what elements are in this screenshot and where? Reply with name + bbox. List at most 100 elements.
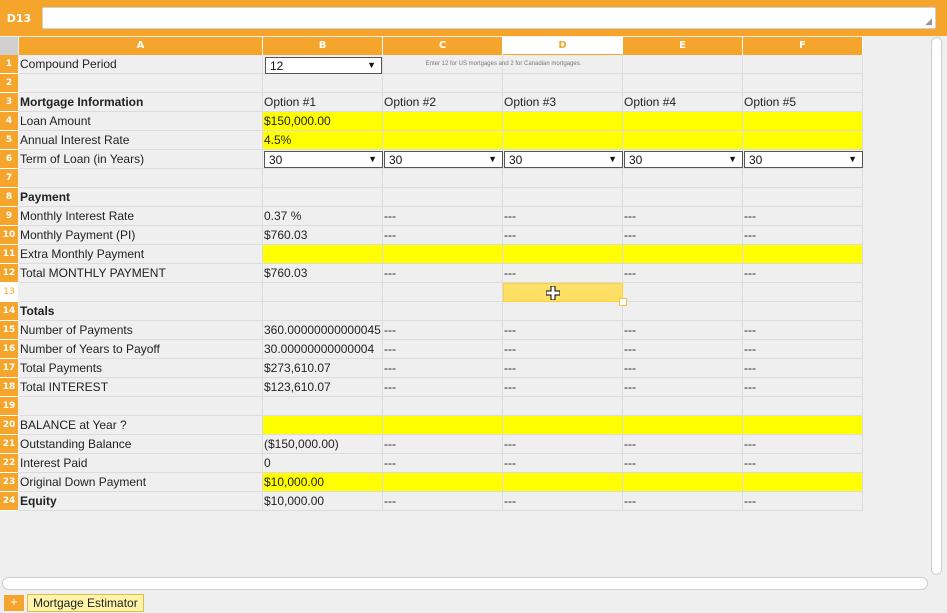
cell-d2[interactable] [503,74,623,93]
term-select-option-2[interactable]: 30 ▼ [384,151,503,168]
cell-e7[interactable] [623,169,743,188]
cell-e5[interactable] [623,131,743,150]
cell-e8[interactable] [623,188,743,207]
cell-f12[interactable]: --- [743,264,863,283]
cell-d21[interactable]: --- [503,435,623,454]
cell-a12[interactable]: Total MONTHLY PAYMENT [19,264,263,283]
cell-f14[interactable] [743,302,863,321]
cell-e16[interactable]: --- [623,340,743,359]
cell-e15[interactable]: --- [623,321,743,340]
cell-c23[interactable] [383,473,503,492]
row-header-6[interactable]: 6 [0,150,18,169]
cell-d20[interactable] [503,416,623,435]
column-header-a[interactable]: A [19,37,263,55]
cell-c9[interactable]: --- [383,207,503,226]
cell-f18[interactable]: --- [743,378,863,397]
cell-a16[interactable]: Number of Years to Payoff [19,340,263,359]
cell-f13[interactable] [743,283,863,302]
cell-e22[interactable]: --- [623,454,743,473]
cell-c14[interactable] [383,302,503,321]
cell-e13[interactable] [623,283,743,302]
cell-f17[interactable]: --- [743,359,863,378]
cell-c17[interactable]: --- [383,359,503,378]
cell-c8[interactable] [383,188,503,207]
cell-f10[interactable]: --- [743,226,863,245]
resize-grip-icon[interactable]: ◢ [925,18,932,27]
cell-a6[interactable]: Term of Loan (in Years) [19,150,263,169]
row-header-3[interactable]: 3 [0,93,18,112]
row-header-12[interactable]: 12 [0,264,18,283]
cell-c22[interactable]: --- [383,454,503,473]
cell-a23[interactable]: Original Down Payment [19,473,263,492]
cell-a20[interactable]: BALANCE at Year ? [19,416,263,435]
cell-d16[interactable]: --- [503,340,623,359]
cell-c11[interactable] [383,245,503,264]
row-header-15[interactable]: 15 [0,321,18,340]
cell-e18[interactable]: --- [623,378,743,397]
column-header-d[interactable]: D [503,37,623,55]
cell-b7[interactable] [263,169,383,188]
cell-e4[interactable] [623,112,743,131]
cell-b20[interactable] [263,416,383,435]
cell-e9[interactable]: --- [623,207,743,226]
add-sheet-button[interactable]: + [4,595,24,611]
cell-d4[interactable] [503,112,623,131]
cell-d11[interactable] [503,245,623,264]
cell-reference-box[interactable]: D13 [0,6,38,32]
cell-d8[interactable] [503,188,623,207]
cell-a11[interactable]: Extra Monthly Payment [19,245,263,264]
cell-a10[interactable]: Monthly Payment (PI) [19,226,263,245]
cell-a21[interactable]: Outstanding Balance [19,435,263,454]
cell-d22[interactable]: --- [503,454,623,473]
vertical-scrollbar[interactable] [931,37,942,575]
cell-e19[interactable] [623,397,743,416]
cell-f24[interactable]: --- [743,492,863,511]
cell-b11[interactable] [263,245,383,264]
row-header-11[interactable]: 11 [0,245,18,264]
column-header-c[interactable]: C [383,37,503,55]
sheet-tab-mortgage-estimator[interactable]: Mortgage Estimator [27,594,144,612]
compound-period-select[interactable]: 12 ▼ [265,57,382,74]
cell-c21[interactable]: --- [383,435,503,454]
cell-c4[interactable] [383,112,503,131]
cell-d13[interactable] [503,283,623,302]
cell-b2[interactable] [263,74,383,93]
cell-b18[interactable]: $123,610.07 [263,378,383,397]
cell-c24[interactable]: --- [383,492,503,511]
cell-b23[interactable]: $10,000.00 [263,473,383,492]
cell-e17[interactable]: --- [623,359,743,378]
cell-d5[interactable] [503,131,623,150]
cell-e20[interactable] [623,416,743,435]
cell-e2[interactable] [623,74,743,93]
cell-c7[interactable] [383,169,503,188]
cell-c10[interactable]: --- [383,226,503,245]
cell-a19[interactable] [19,397,263,416]
cell-c5[interactable] [383,131,503,150]
cell-c3[interactable]: Option #2 [383,93,503,112]
cell-a13[interactable] [19,283,263,302]
row-header-9[interactable]: 9 [0,207,18,226]
cell-c12[interactable]: --- [383,264,503,283]
cell-e12[interactable]: --- [623,264,743,283]
cell-f19[interactable] [743,397,863,416]
cell-c2[interactable] [383,74,503,93]
cell-b13[interactable] [263,283,383,302]
cell-e3[interactable]: Option #4 [623,93,743,112]
cell-f1[interactable] [743,55,863,74]
cell-b9[interactable]: 0.37 % [263,207,383,226]
cell-f20[interactable] [743,416,863,435]
formula-input[interactable]: ◢ [42,7,936,29]
cell-a18[interactable]: Total INTEREST [19,378,263,397]
cell-b24[interactable]: $10,000.00 [263,492,383,511]
row-header-20[interactable]: 20 [0,416,18,435]
row-header-1[interactable]: 1 [0,55,18,74]
cell-d3[interactable]: Option #3 [503,93,623,112]
cell-a8[interactable]: Payment [19,188,263,207]
cell-a22[interactable]: Interest Paid [19,454,263,473]
cell-d23[interactable] [503,473,623,492]
cell-e10[interactable]: --- [623,226,743,245]
row-header-16[interactable]: 16 [0,340,18,359]
cell-d7[interactable] [503,169,623,188]
cell-a1[interactable]: Compound Period [19,55,263,74]
cell-f21[interactable]: --- [743,435,863,454]
